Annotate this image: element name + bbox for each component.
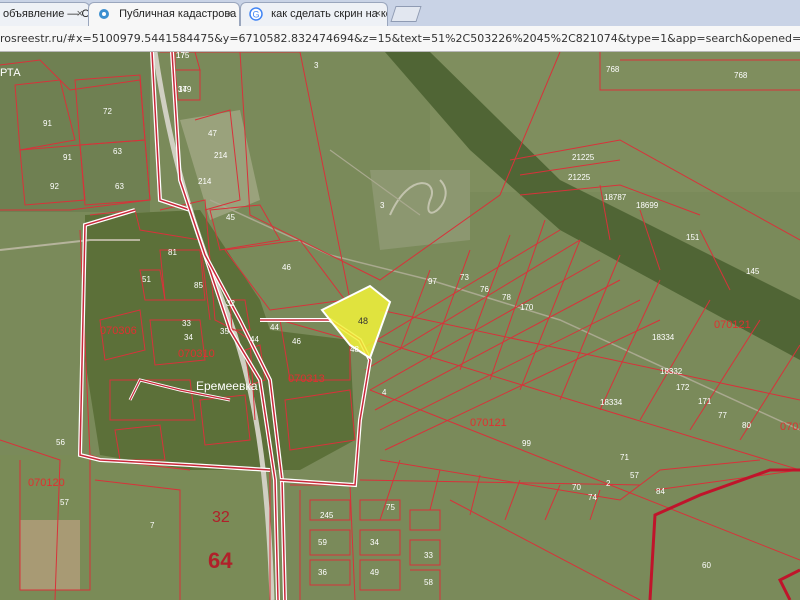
parcel-number-label: 97	[428, 277, 437, 286]
close-icon[interactable]: ×	[77, 3, 83, 25]
parcel-number-label: 214	[198, 177, 212, 186]
parcel-number-label: 45	[226, 213, 235, 222]
parcel-number-label: 72	[103, 107, 112, 116]
parcel-number-label: 56	[56, 438, 65, 447]
parcel-number-label: 91	[43, 119, 52, 128]
parcel-number-label: 46	[292, 337, 301, 346]
parcel-number-label: 245	[320, 511, 334, 520]
parcel-number-label: 84	[656, 487, 665, 496]
close-icon[interactable]: ×	[227, 3, 233, 25]
parcel-number-label: 57	[630, 471, 639, 480]
parcel-number-label: 46	[282, 263, 291, 272]
address-bar[interactable]: rosreestr.ru/#x=5100979.5441584475&y=671…	[0, 26, 800, 52]
map-canvas[interactable]: 48 1751793472142149172916392 637687682122…	[0, 52, 800, 600]
parcel-number-label: 92	[50, 182, 59, 191]
parcel-number-label: 3	[380, 201, 385, 210]
parcel-number-label: 36	[318, 568, 327, 577]
parcel-number-label: 76	[480, 285, 489, 294]
svg-text:G: G	[253, 10, 260, 20]
parcel-number-label: 49	[370, 568, 379, 577]
parcel-number-label: 74	[588, 493, 597, 502]
parcel-number-label: 48	[350, 345, 359, 354]
parcel-number-label: 58	[424, 578, 433, 587]
parcel-number-label: 75	[386, 503, 395, 512]
url-text[interactable]: rosreestr.ru/#x=5100979.5441584475&y=671…	[0, 30, 800, 48]
parcel-number-label: 80	[742, 421, 751, 430]
parcel-number-label: 32	[226, 299, 235, 308]
quarter-label: 070121	[780, 421, 800, 433]
parcel-number-label: 214	[214, 151, 228, 160]
parcel-number-label: 4	[382, 388, 387, 397]
tab-1[interactable]: объявление — С ×	[0, 2, 90, 26]
bare-field	[20, 520, 80, 590]
parcel-number-label: 51	[142, 275, 151, 284]
new-tab-button[interactable]	[390, 6, 422, 22]
parcel-number-label: 77	[718, 411, 727, 420]
parcel-number-label: 59	[318, 538, 327, 547]
parcel-number-label: 81	[168, 248, 177, 257]
parcel-number-label: 3	[314, 61, 319, 70]
parcel-number-label: 21225	[568, 173, 591, 182]
parcel-number-label: 18699	[636, 201, 659, 210]
parcel-number-label: 57	[60, 498, 69, 507]
parcel-number-label: 145	[746, 267, 760, 276]
parcel-number-label: 73	[460, 273, 469, 282]
parcel-number-label: 34	[178, 85, 187, 94]
parcel-number-label: 47	[208, 129, 217, 138]
parcel-number-label: 2	[606, 479, 611, 488]
quarter-label: 070313	[288, 373, 325, 385]
close-icon[interactable]: ×	[375, 3, 381, 25]
parcel-number-label: 170	[520, 303, 534, 312]
parcel-number-label: 7	[150, 521, 155, 530]
parcel-number-label: 18787	[604, 193, 627, 202]
map-favicon-icon	[97, 7, 111, 21]
parcel-number-label: 33	[424, 551, 433, 560]
quarter-label: 070121	[714, 319, 751, 331]
tab-2-label: Публичная кадастрова	[119, 8, 237, 20]
tab-3[interactable]: G как сделать скрин на ко ×	[240, 2, 388, 26]
light-area	[370, 170, 470, 250]
parcel-number-label: 60	[702, 561, 711, 570]
big-number-64: 64	[208, 548, 233, 573]
parcel-number-label: 33	[182, 319, 191, 328]
parcel-number-label: 768	[734, 71, 748, 80]
selected-parcel-label: 48	[358, 316, 368, 326]
parcel-number-label: 18332	[660, 367, 683, 376]
parcel-number-label: 44	[270, 323, 279, 332]
parcel-number-label: 70	[572, 483, 581, 492]
quarter-label: 070306	[100, 325, 137, 337]
area-label: РТА	[0, 67, 21, 79]
parcel-number-label: 63	[115, 182, 124, 191]
parcel-number-label: 768	[606, 65, 620, 74]
parcel-number-label: 85	[194, 281, 203, 290]
parcel-number-label: 17	[176, 52, 185, 60]
quarter-label: 070310	[178, 348, 215, 360]
parcel-number-label: 71	[620, 453, 629, 462]
parcel-number-label: 78	[502, 293, 511, 302]
big-number-32: 32	[212, 509, 230, 526]
parcel-number-label: 91	[63, 153, 72, 162]
parcel-number-label: 151	[686, 233, 700, 242]
parcel-number-label: 63	[113, 147, 122, 156]
tab-3-label: как сделать скрин на ко	[271, 8, 388, 20]
parcel-number-label: 44	[250, 335, 259, 344]
quarter-label: 070121	[470, 417, 507, 429]
cadastral-map[interactable]: 48 175 179 3 47 214 214 91 72 91 63 92 63 768 768 2122…	[0, 52, 800, 600]
google-favicon-icon: G	[249, 7, 263, 21]
parcel-number-label: 34	[370, 538, 379, 547]
parcel-number-label: 172	[676, 383, 690, 392]
parcel-number-label: 21225	[572, 153, 595, 162]
parcel-number-label: 18334	[652, 333, 675, 342]
parcel-number-label: 34	[184, 333, 193, 342]
parcel-number-label: 171	[698, 397, 712, 406]
village-label: Еремеевка	[196, 379, 258, 393]
quarter-label: 070120	[28, 477, 65, 489]
parcel-number-label: 35	[220, 327, 229, 336]
tab-bar: объявление — С × Публичная кадастрова × …	[0, 0, 800, 26]
tab-2[interactable]: Публичная кадастрова ×	[88, 2, 240, 26]
parcel-number-label: 99	[522, 439, 531, 448]
parcel-number-label: 18334	[600, 398, 623, 407]
